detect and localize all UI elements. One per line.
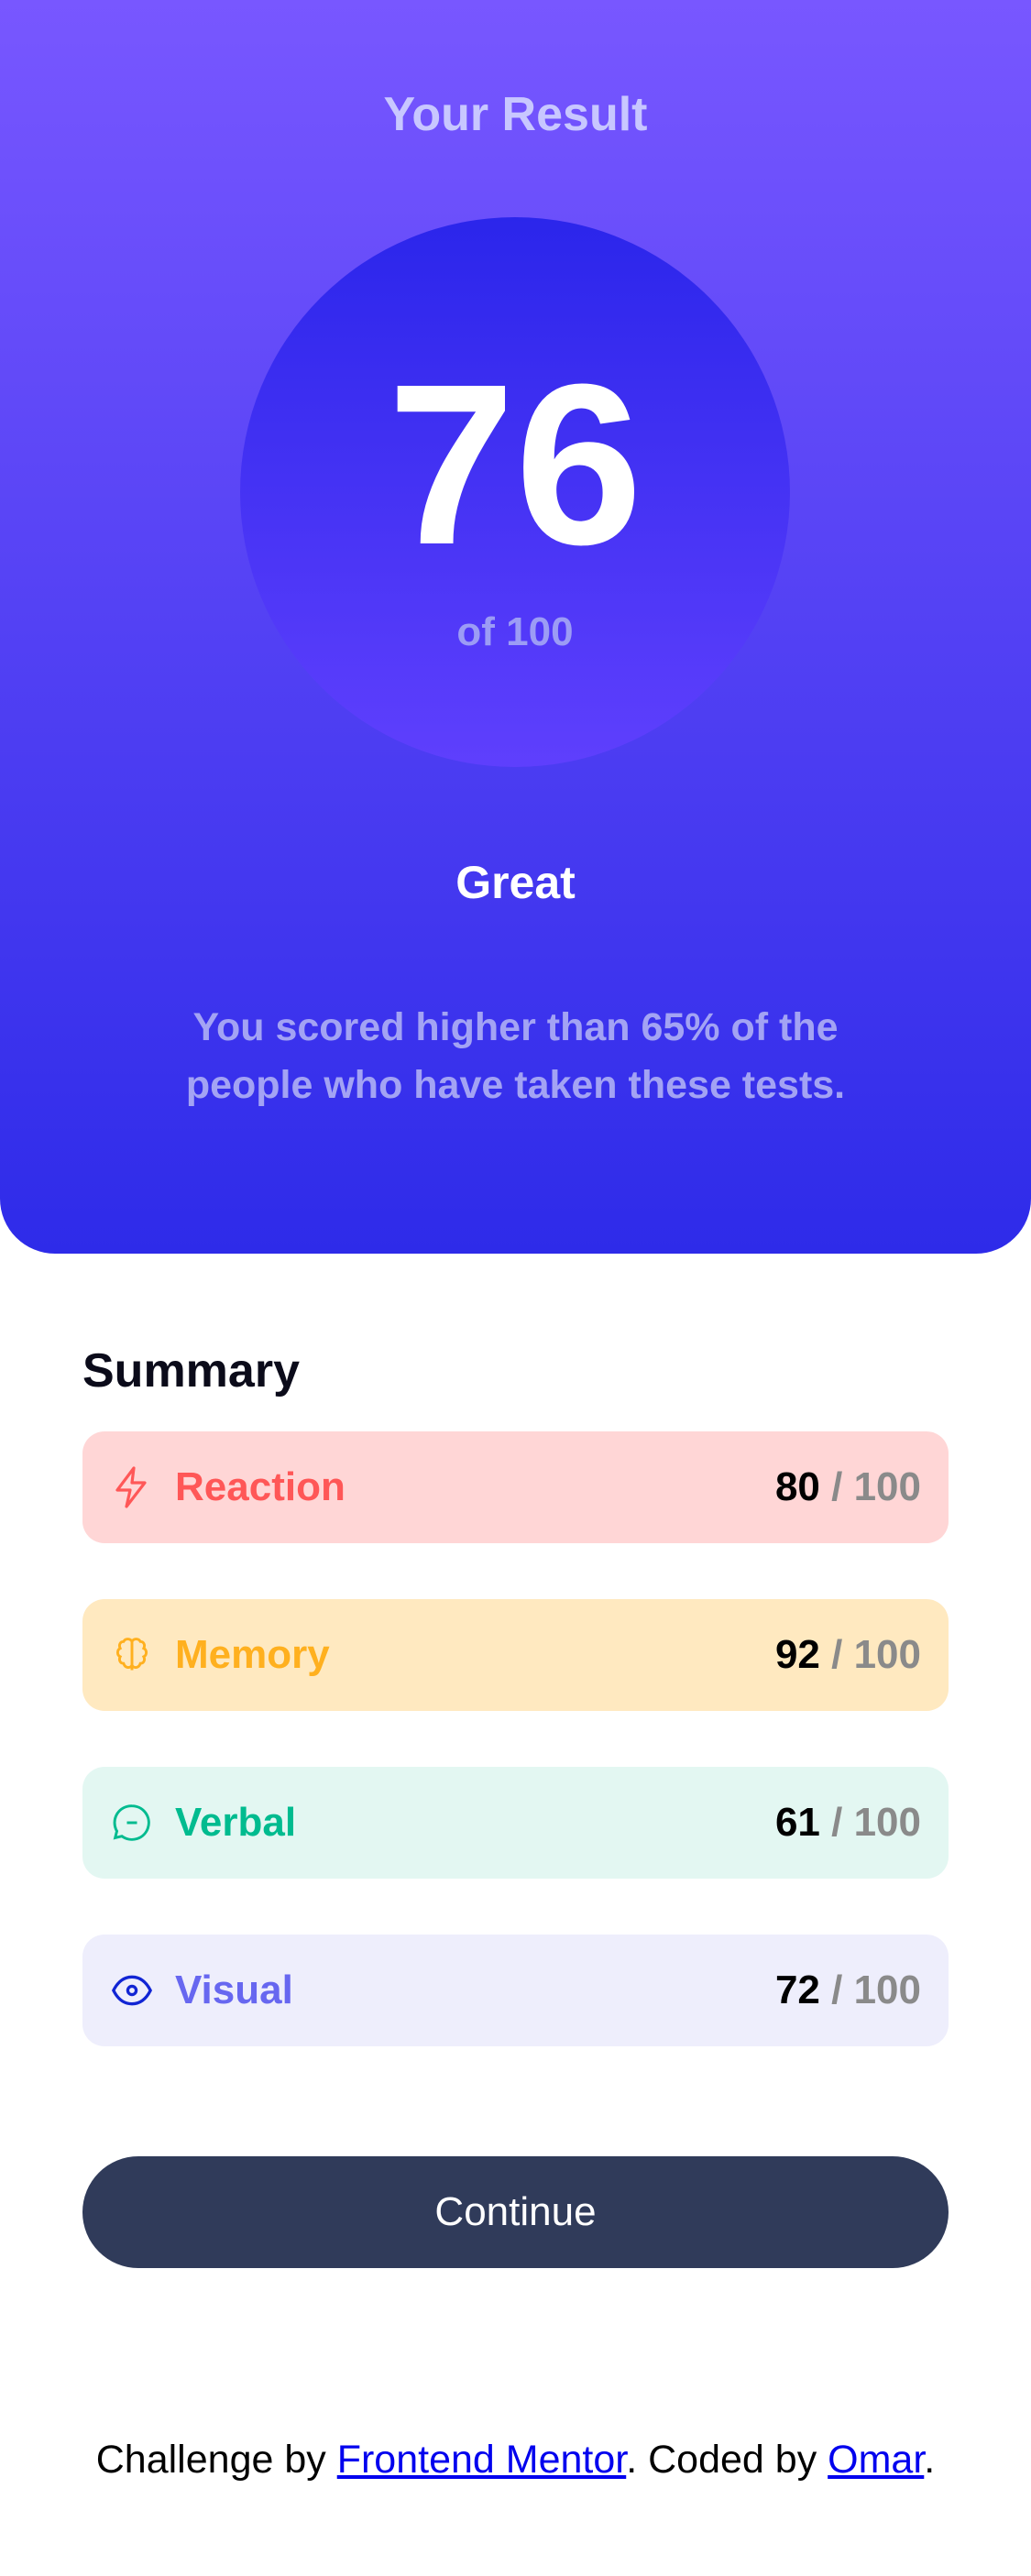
summary-label: Visual xyxy=(175,1968,293,2012)
brain-icon xyxy=(112,1635,152,1675)
summary-score: 61 / 100 xyxy=(774,1800,921,1845)
continue-button[interactable]: Continue xyxy=(82,2156,949,2268)
summary-row-visual: Visual 72 / 100 xyxy=(82,1935,949,2046)
summary-score: 72 / 100 xyxy=(774,1968,921,2012)
eye-icon xyxy=(112,1970,152,2011)
summary-label: Verbal xyxy=(175,1800,297,1845)
result-description: You scored higher than 65% of the people… xyxy=(185,1005,846,1107)
summary-row-reaction: Reaction 80 / 100 xyxy=(82,1431,949,1543)
summary-row-memory: Memory 92 / 100 xyxy=(82,1599,949,1711)
lightning-icon xyxy=(112,1466,152,1508)
result-panel: Your Result 76 of 100 Great You scored h… xyxy=(0,0,1031,1254)
summary-score: 80 / 100 xyxy=(774,1464,921,1509)
summary-score: 92 / 100 xyxy=(774,1632,921,1677)
summary-row-verbal: Verbal 61 / 100 xyxy=(82,1767,949,1879)
score-value: 76 xyxy=(387,336,643,592)
result-title: Your Result xyxy=(383,88,648,141)
summary-title: Summary xyxy=(82,1344,300,1398)
author-link[interactable]: Omar xyxy=(828,2438,924,2482)
summary-label: Memory xyxy=(175,1632,330,1677)
grade-label: Great xyxy=(455,857,576,908)
score-max: of 100 xyxy=(456,609,574,654)
frontend-mentor-link[interactable]: Frontend Mentor xyxy=(337,2438,627,2482)
chat-bubble-icon xyxy=(112,1803,152,1843)
attribution-footer: Challenge by Frontend Mentor. Coded by O… xyxy=(95,2438,936,2482)
summary-label: Reaction xyxy=(175,1464,345,1509)
score-circle: 76 of 100 xyxy=(240,217,790,767)
